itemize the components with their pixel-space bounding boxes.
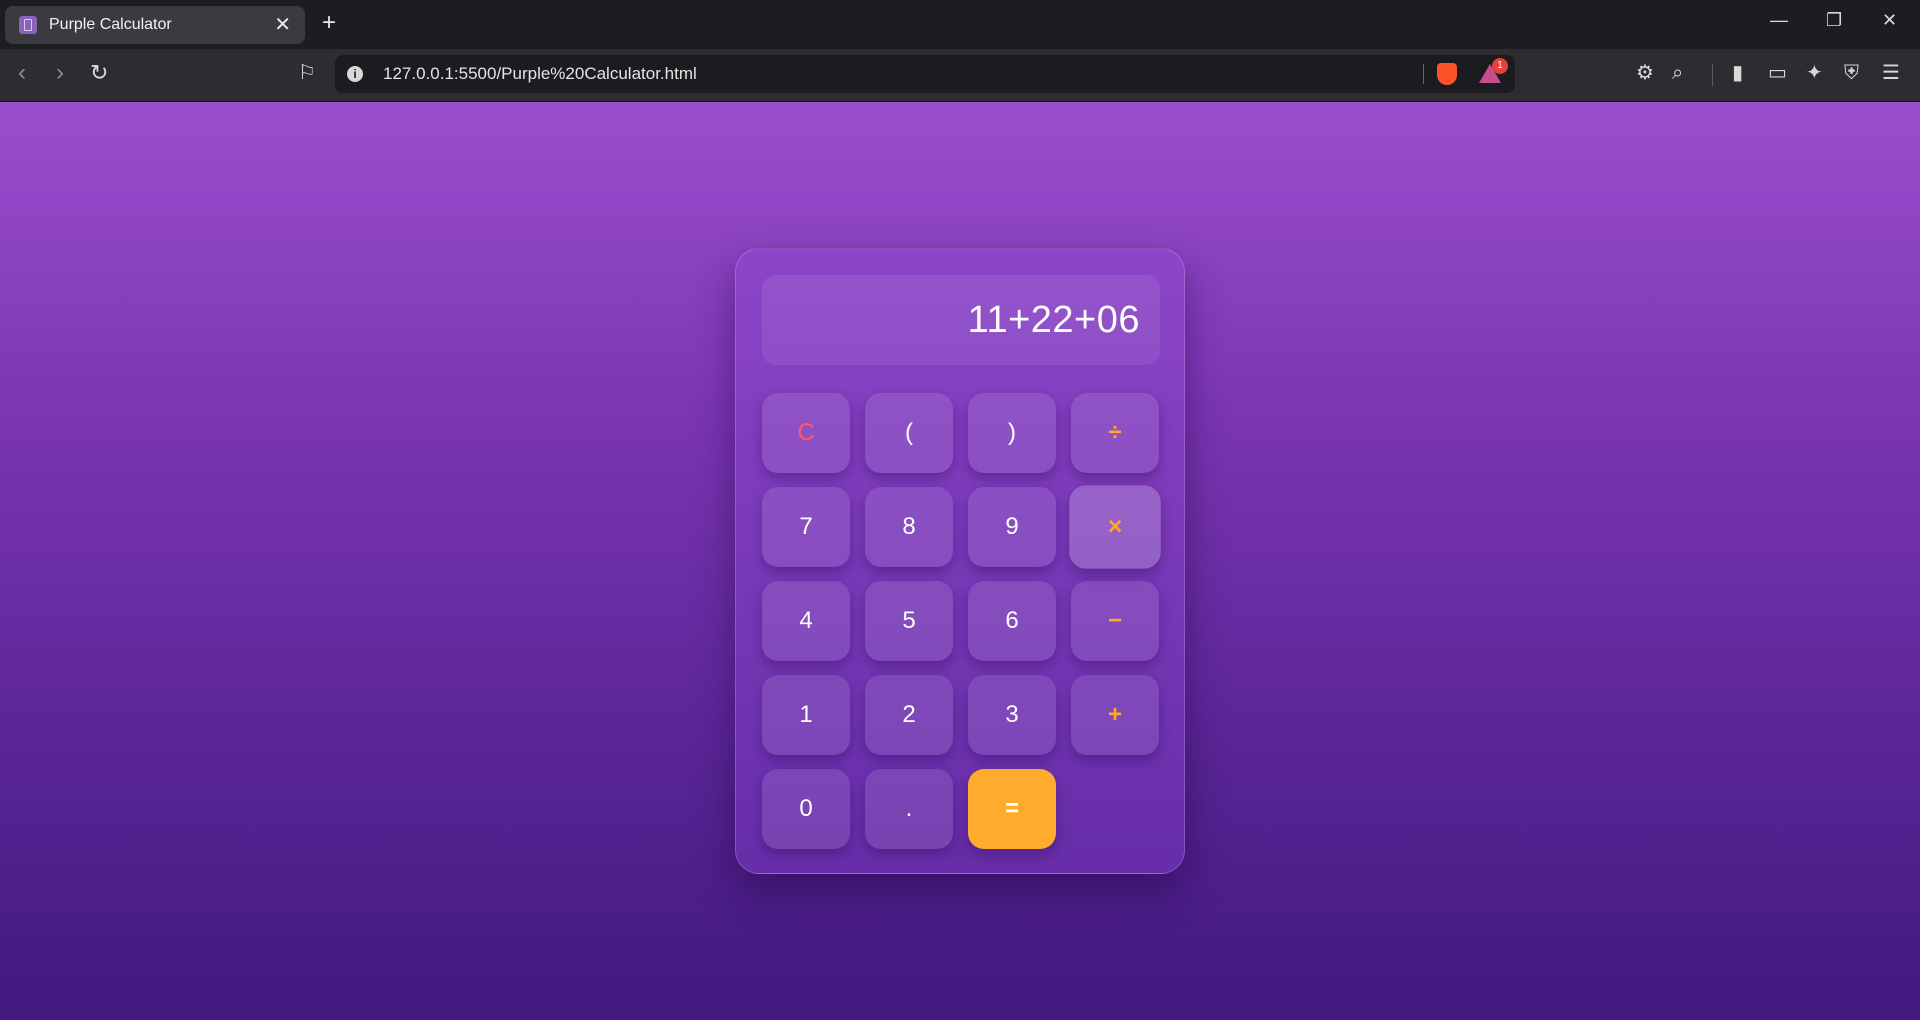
digit-0-button[interactable]: 0 [762, 769, 850, 849]
decimal-button[interactable]: . [865, 769, 953, 849]
restore-icon[interactable]: ❐ [1826, 10, 1842, 31]
calculator: 11+22+06 C() ÷ 7 8 9 × 4 5 6− 1 2 3 +0. = [735, 248, 1185, 874]
vpn-shield-icon[interactable]: ⛨ [1844, 63, 1859, 83]
add-button[interactable]: + [1071, 675, 1159, 755]
page-background: 11+22+06 C() ÷ 7 8 9 × 4 5 6− 1 2 3 +0. = [0, 102, 1920, 1020]
equals-button[interactable]: = [968, 769, 1056, 849]
calculator-display: 11+22+06 [762, 275, 1160, 365]
close-tab-icon[interactable]: ✕ [274, 15, 291, 35]
extensions-icon[interactable]: ⚙ [1636, 63, 1654, 83]
clear-button[interactable]: C [762, 393, 850, 473]
url-text[interactable]: 127.0.0.1:5500/Purple%20Calculator.html [383, 64, 697, 84]
bookmark-icon[interactable]: ⚐ [298, 63, 316, 83]
menu-icon[interactable]: ☰ [1882, 63, 1900, 83]
forward-icon[interactable]: › [56, 61, 64, 85]
leo-ai-icon[interactable]: ✦ [1806, 63, 1823, 83]
digit-3-button[interactable]: 3 [968, 675, 1056, 755]
minimize-icon[interactable]: — [1770, 10, 1788, 31]
digit-1-button[interactable]: 1 [762, 675, 850, 755]
address-bar[interactable]: i 127.0.0.1:5500/Purple%20Calculator.htm… [335, 55, 1515, 93]
open-paren-button[interactable]: ( [865, 393, 953, 473]
site-info-icon[interactable]: i [347, 66, 363, 82]
browser-toolbar: ‹ › ↻ ⚐ i 127.0.0.1:5500/Purple%20Calcul… [0, 49, 1920, 102]
subtract-button[interactable]: − [1071, 581, 1159, 661]
digit-8-button[interactable]: 8 [865, 487, 953, 567]
browser-tab[interactable]: Purple Calculator ✕ [5, 6, 305, 44]
calculator-favicon-icon [19, 16, 37, 34]
page-search-icon[interactable]: ⌕ [1672, 63, 1683, 83]
brave-shields-icon[interactable] [1437, 63, 1457, 85]
reload-icon[interactable]: ↻ [90, 62, 108, 84]
digit-5-button[interactable]: 5 [865, 581, 953, 661]
digit-9-button[interactable]: 9 [968, 487, 1056, 567]
digit-6-button[interactable]: 6 [968, 581, 1056, 661]
digit-7-button[interactable]: 7 [762, 487, 850, 567]
window-close-icon[interactable]: ✕ [1882, 10, 1897, 31]
multiply-button[interactable]: × [1069, 485, 1161, 569]
rewards-badge: 1 [1492, 58, 1508, 74]
keypad: C() ÷ 7 8 9 × 4 5 6− 1 2 3 +0. = [762, 393, 1161, 849]
divide-button[interactable]: ÷ [1071, 393, 1159, 473]
sidebar-icon[interactable]: ▮ [1732, 63, 1743, 83]
close-paren-button[interactable]: ) [968, 393, 1056, 473]
back-icon[interactable]: ‹ [18, 61, 26, 85]
browser-tab-strip: Purple Calculator ✕ + — ❐ ✕ [0, 0, 1920, 49]
digit-4-button[interactable]: 4 [762, 581, 850, 661]
tab-title: Purple Calculator [49, 16, 172, 33]
digit-2-button[interactable]: 2 [865, 675, 953, 755]
toolbar-divider [1712, 64, 1713, 86]
wallet-icon[interactable]: ▭ [1768, 63, 1787, 83]
address-bar-divider [1423, 64, 1424, 84]
new-tab-icon[interactable]: + [322, 11, 336, 35]
